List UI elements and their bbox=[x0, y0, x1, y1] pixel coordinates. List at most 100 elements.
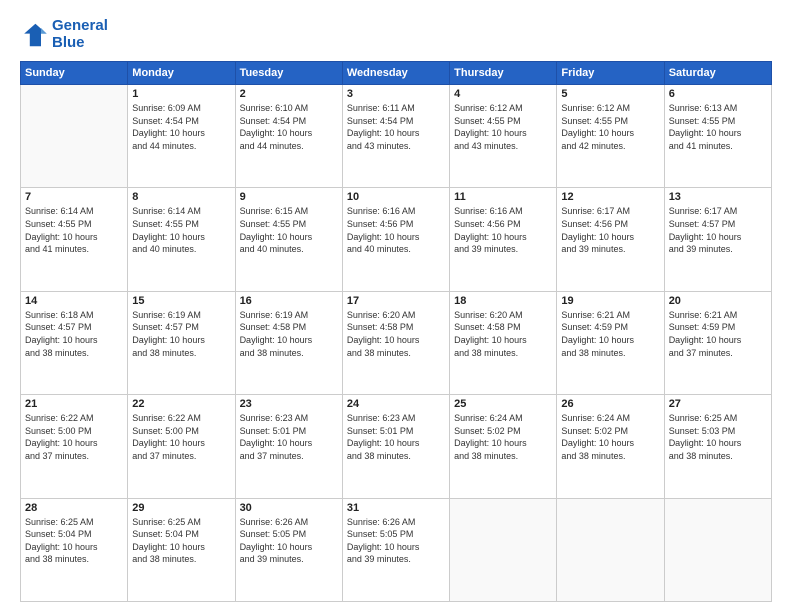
day-info: Sunrise: 6:25 AM Sunset: 5:04 PM Dayligh… bbox=[132, 516, 230, 566]
calendar-week-row: 28 Sunrise: 6:25 AM Sunset: 5:04 PM Dayli… bbox=[21, 498, 772, 601]
header: General Blue bbox=[20, 18, 772, 51]
weekday-header: Wednesday bbox=[342, 62, 449, 85]
day-info: Sunrise: 6:10 AM Sunset: 4:54 PM Dayligh… bbox=[240, 102, 338, 152]
day-info: Sunrise: 6:21 AM Sunset: 4:59 PM Dayligh… bbox=[561, 309, 659, 359]
day-info: Sunrise: 6:16 AM Sunset: 4:56 PM Dayligh… bbox=[454, 205, 552, 255]
calendar-day-cell: 11Sunrise: 6:16 AM Sunset: 4:56 PM Dayli… bbox=[450, 188, 557, 291]
weekday-header: Friday bbox=[557, 62, 664, 85]
calendar-day-cell: 29 Sunrise: 6:25 AM Sunset: 5:04 PM Dayli… bbox=[128, 498, 235, 601]
weekday-header: Sunday bbox=[21, 62, 128, 85]
calendar-day-cell: 8 Sunrise: 6:14 AM Sunset: 4:55 PM Daylig… bbox=[128, 188, 235, 291]
calendar-day-cell: 16Sunrise: 6:19 AM Sunset: 4:58 PM Dayli… bbox=[235, 291, 342, 394]
day-number: 10 bbox=[347, 191, 445, 203]
day-number: 17 bbox=[347, 295, 445, 307]
day-info: Sunrise: 6:20 AM Sunset: 4:58 PM Dayligh… bbox=[347, 309, 445, 359]
day-info: Sunrise: 6:24 AM Sunset: 5:02 PM Dayligh… bbox=[454, 412, 552, 462]
day-number: 7 bbox=[25, 191, 123, 203]
weekday-header: Tuesday bbox=[235, 62, 342, 85]
calendar-body: 1Sunrise: 6:09 AM Sunset: 4:54 PM Daylig… bbox=[21, 85, 772, 602]
day-number: 30 bbox=[240, 502, 338, 514]
calendar-week-row: 21 Sunrise: 6:22 AM Sunset: 5:00 PM Dayli… bbox=[21, 395, 772, 498]
day-number: 20 bbox=[669, 295, 767, 307]
day-info: Sunrise: 6:20 AM Sunset: 4:58 PM Dayligh… bbox=[454, 309, 552, 359]
calendar-day-cell: 6Sunrise: 6:13 AM Sunset: 4:55 PM Daylig… bbox=[664, 85, 771, 188]
day-number: 15 bbox=[132, 295, 230, 307]
day-number: 3 bbox=[347, 88, 445, 100]
day-info: Sunrise: 6:24 AM Sunset: 5:02 PM Dayligh… bbox=[561, 412, 659, 462]
day-info: Sunrise: 6:11 AM Sunset: 4:54 PM Dayligh… bbox=[347, 102, 445, 152]
calendar-day-cell: 5Sunrise: 6:12 AM Sunset: 4:55 PM Daylig… bbox=[557, 85, 664, 188]
calendar-day-cell: 17 Sunrise: 6:20 AM Sunset: 4:58 PM Dayli… bbox=[342, 291, 449, 394]
day-info: Sunrise: 6:18 AM Sunset: 4:57 PM Dayligh… bbox=[25, 309, 123, 359]
day-info: Sunrise: 6:16 AM Sunset: 4:56 PM Dayligh… bbox=[347, 205, 445, 255]
day-number: 28 bbox=[25, 502, 123, 514]
day-info: Sunrise: 6:21 AM Sunset: 4:59 PM Dayligh… bbox=[669, 309, 767, 359]
day-info: Sunrise: 6:23 AM Sunset: 5:01 PM Dayligh… bbox=[347, 412, 445, 462]
day-info: Sunrise: 6:23 AM Sunset: 5:01 PM Dayligh… bbox=[240, 412, 338, 462]
calendar-day-cell: 12Sunrise: 6:17 AM Sunset: 4:56 PM Dayli… bbox=[557, 188, 664, 291]
calendar-week-row: 7 Sunrise: 6:14 AM Sunset: 4:55 PM Daylig… bbox=[21, 188, 772, 291]
day-info: Sunrise: 6:25 AM Sunset: 5:04 PM Dayligh… bbox=[25, 516, 123, 566]
day-number: 4 bbox=[454, 88, 552, 100]
calendar-day-cell: 21 Sunrise: 6:22 AM Sunset: 5:00 PM Dayli… bbox=[21, 395, 128, 498]
day-info: Sunrise: 6:22 AM Sunset: 5:00 PM Dayligh… bbox=[25, 412, 123, 462]
day-number: 23 bbox=[240, 398, 338, 410]
calendar-day-cell: 30 Sunrise: 6:26 AM Sunset: 5:05 PM Dayli… bbox=[235, 498, 342, 601]
day-info: Sunrise: 6:19 AM Sunset: 4:57 PM Dayligh… bbox=[132, 309, 230, 359]
day-number: 26 bbox=[561, 398, 659, 410]
day-number: 22 bbox=[132, 398, 230, 410]
day-info: Sunrise: 6:26 AM Sunset: 5:05 PM Dayligh… bbox=[347, 516, 445, 566]
day-number: 13 bbox=[669, 191, 767, 203]
calendar-day-cell: 9 Sunrise: 6:15 AM Sunset: 4:55 PM Daylig… bbox=[235, 188, 342, 291]
day-number: 9 bbox=[240, 191, 338, 203]
calendar-day-cell: 27 Sunrise: 6:25 AM Sunset: 5:03 PM Dayli… bbox=[664, 395, 771, 498]
day-number: 19 bbox=[561, 295, 659, 307]
calendar-day-cell: 28 Sunrise: 6:25 AM Sunset: 5:04 PM Dayli… bbox=[21, 498, 128, 601]
calendar-day-cell: 25 Sunrise: 6:24 AM Sunset: 5:02 PM Dayli… bbox=[450, 395, 557, 498]
day-number: 12 bbox=[561, 191, 659, 203]
day-info: Sunrise: 6:12 AM Sunset: 4:55 PM Dayligh… bbox=[454, 102, 552, 152]
day-number: 14 bbox=[25, 295, 123, 307]
calendar-header-row: SundayMondayTuesdayWednesdayThursdayFrid… bbox=[21, 62, 772, 85]
day-info: Sunrise: 6:14 AM Sunset: 4:55 PM Dayligh… bbox=[132, 205, 230, 255]
day-number: 25 bbox=[454, 398, 552, 410]
calendar-day-cell: 13 Sunrise: 6:17 AM Sunset: 4:57 PM Dayli… bbox=[664, 188, 771, 291]
day-number: 2 bbox=[240, 88, 338, 100]
calendar-day-cell: 2 Sunrise: 6:10 AM Sunset: 4:54 PM Daylig… bbox=[235, 85, 342, 188]
day-info: Sunrise: 6:14 AM Sunset: 4:55 PM Dayligh… bbox=[25, 205, 123, 255]
calendar-day-cell: 15 Sunrise: 6:19 AM Sunset: 4:57 PM Dayli… bbox=[128, 291, 235, 394]
calendar-day-cell bbox=[557, 498, 664, 601]
calendar-day-cell: 31 Sunrise: 6:26 AM Sunset: 5:05 PM Dayli… bbox=[342, 498, 449, 601]
day-number: 6 bbox=[669, 88, 767, 100]
calendar-week-row: 14 Sunrise: 6:18 AM Sunset: 4:57 PM Dayli… bbox=[21, 291, 772, 394]
day-number: 21 bbox=[25, 398, 123, 410]
calendar: SundayMondayTuesdayWednesdayThursdayFrid… bbox=[20, 61, 772, 602]
day-number: 1 bbox=[132, 88, 230, 100]
calendar-day-cell bbox=[450, 498, 557, 601]
day-number: 8 bbox=[132, 191, 230, 203]
logo-text: General Blue bbox=[52, 18, 108, 51]
calendar-day-cell bbox=[664, 498, 771, 601]
day-number: 5 bbox=[561, 88, 659, 100]
calendar-day-cell: 19 Sunrise: 6:21 AM Sunset: 4:59 PM Dayli… bbox=[557, 291, 664, 394]
calendar-day-cell: 20 Sunrise: 6:21 AM Sunset: 4:59 PM Dayli… bbox=[664, 291, 771, 394]
calendar-day-cell: 10 Sunrise: 6:16 AM Sunset: 4:56 PM Dayli… bbox=[342, 188, 449, 291]
day-number: 31 bbox=[347, 502, 445, 514]
calendar-day-cell: 14 Sunrise: 6:18 AM Sunset: 4:57 PM Dayli… bbox=[21, 291, 128, 394]
weekday-header: Monday bbox=[128, 62, 235, 85]
logo-icon bbox=[20, 21, 48, 49]
day-number: 18 bbox=[454, 295, 552, 307]
day-info: Sunrise: 6:22 AM Sunset: 5:00 PM Dayligh… bbox=[132, 412, 230, 462]
calendar-day-cell bbox=[21, 85, 128, 188]
calendar-day-cell: 26 Sunrise: 6:24 AM Sunset: 5:02 PM Dayli… bbox=[557, 395, 664, 498]
day-number: 29 bbox=[132, 502, 230, 514]
day-info: Sunrise: 6:25 AM Sunset: 5:03 PM Dayligh… bbox=[669, 412, 767, 462]
calendar-day-cell: 4 Sunrise: 6:12 AM Sunset: 4:55 PM Daylig… bbox=[450, 85, 557, 188]
calendar-day-cell: 7 Sunrise: 6:14 AM Sunset: 4:55 PM Daylig… bbox=[21, 188, 128, 291]
day-info: Sunrise: 6:15 AM Sunset: 4:55 PM Dayligh… bbox=[240, 205, 338, 255]
day-number: 16 bbox=[240, 295, 338, 307]
calendar-day-cell: 1Sunrise: 6:09 AM Sunset: 4:54 PM Daylig… bbox=[128, 85, 235, 188]
day-info: Sunrise: 6:26 AM Sunset: 5:05 PM Dayligh… bbox=[240, 516, 338, 566]
day-info: Sunrise: 6:17 AM Sunset: 4:57 PM Dayligh… bbox=[669, 205, 767, 255]
day-number: 27 bbox=[669, 398, 767, 410]
